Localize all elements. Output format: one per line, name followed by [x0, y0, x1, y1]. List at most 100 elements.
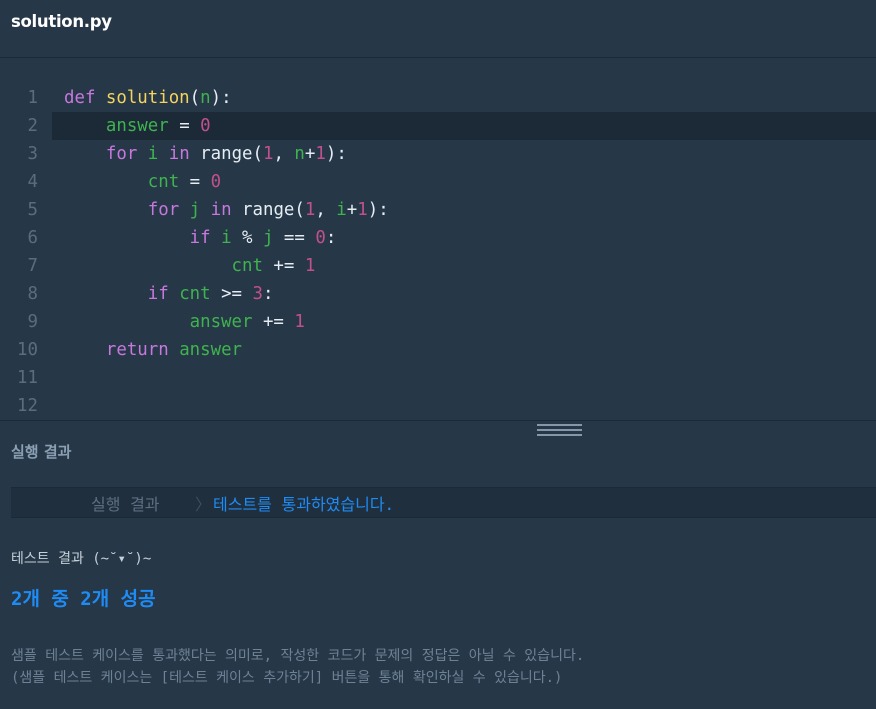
code-text: def solution(n): [64, 84, 232, 112]
code-token: in [168, 144, 201, 164]
code-token: % [231, 228, 263, 248]
code-token: in [210, 200, 243, 220]
code-token: i [147, 144, 169, 164]
code-token: ): [367, 200, 389, 220]
test-status-message: 테스트를 통과하였습니다. [213, 495, 395, 514]
line-number: 10 [17, 340, 38, 360]
output-section-title: 실행 결과 [11, 443, 72, 461]
code-text: if i % j == 0: [64, 224, 337, 252]
line-number: 11 [17, 368, 38, 388]
code-token: 1 [304, 256, 316, 276]
code-token: answer [189, 312, 253, 332]
code-token: , [315, 200, 337, 220]
code-text: answer += 1 [64, 308, 305, 336]
code-token: range( [242, 200, 305, 220]
code-token: 0 [315, 228, 326, 248]
code-line[interactable]: 6 if i % j == 0: [0, 224, 876, 252]
code-token: answer [179, 340, 243, 360]
file-tab-solution[interactable]: solution.py [11, 12, 112, 31]
code-token: 0 [200, 116, 211, 136]
code-token: += [252, 312, 295, 332]
line-number: 9 [27, 312, 38, 332]
code-text: return answer [64, 336, 242, 364]
code-token: 1 [304, 200, 316, 220]
code-token: j [262, 228, 274, 248]
line-number: 1 [27, 88, 38, 108]
code-line[interactable]: 7 cnt += 1 [0, 252, 876, 280]
code-token: cnt [231, 256, 263, 276]
code-line[interactable]: 8 if cnt >= 3: [0, 280, 876, 308]
code-token: ( [189, 88, 201, 108]
code-token: for [105, 144, 148, 164]
code-token: if [147, 284, 180, 304]
code-token: 0 [210, 172, 222, 192]
code-token: for [147, 200, 190, 220]
code-line[interactable]: 10 return answer [0, 336, 876, 364]
line-number: 12 [17, 396, 38, 416]
code-token: : [262, 284, 274, 304]
code-text: if cnt >= 3: [64, 280, 274, 308]
code-token: def [64, 88, 106, 108]
resize-handle-icon[interactable] [537, 424, 582, 436]
line-number: 2 [27, 116, 38, 136]
code-token: i [221, 228, 232, 248]
code-token: , [273, 144, 295, 164]
code-text: answer = 0 [64, 112, 211, 140]
code-line[interactable]: 3 for i in range(1, n+1): [0, 140, 876, 168]
code-token: == [273, 228, 316, 248]
line-number: 6 [27, 228, 38, 248]
code-token: 3 [252, 284, 263, 304]
line-number: 4 [27, 172, 38, 192]
line-number: 7 [27, 256, 38, 276]
code-editor[interactable]: 1 def solution(n): 2 answer = 03 for i in … [0, 84, 876, 420]
code-token: ): [325, 144, 347, 164]
code-token: : [325, 228, 337, 248]
chevron-right-icon: 〉 [195, 495, 212, 514]
breadcrumb-run-result: 실행 결과 [91, 495, 160, 514]
line-number: 5 [27, 200, 38, 220]
code-token: return [105, 340, 180, 360]
code-token: cnt [147, 172, 180, 192]
code-token: >= [210, 284, 253, 304]
code-token: = [179, 172, 211, 192]
result-header: 테스트 결과 (~˘▾˘)~ [11, 551, 152, 567]
code-token: answer [105, 116, 169, 136]
line-number: 8 [27, 284, 38, 304]
score-summary: 2개 중 2개 성공 [11, 588, 156, 610]
code-token: n [200, 88, 211, 108]
panel-divider [0, 420, 876, 421]
code-token: 1 [357, 200, 368, 220]
code-line[interactable]: 12 [0, 392, 876, 420]
code-token: += [262, 256, 305, 276]
code-line[interactable]: 1 def solution(n): [0, 84, 876, 112]
code-token: n [294, 144, 305, 164]
note-line-1: 샘플 테스트 케이스를 통과했다는 의미로, 작성한 코드가 문제의 정답은 아… [11, 648, 585, 664]
code-token: + [346, 200, 358, 220]
code-line[interactable]: 4 cnt = 0 [0, 168, 876, 196]
note-line-2: (샘플 테스트 케이스는 [테스트 케이스 추가하기] 버튼을 통해 확인하실 … [11, 670, 563, 686]
result-status-bar: 실행 결과 〉 테스트를 통과하였습니다. [11, 487, 876, 518]
code-token: 1 [262, 144, 274, 164]
code-token: cnt [179, 284, 211, 304]
code-token: 1 [294, 312, 305, 332]
code-token: ): [210, 88, 232, 108]
code-line[interactable]: 11 [0, 364, 876, 392]
code-line[interactable]: 5 for j in range(1, i+1): [0, 196, 876, 224]
code-token: solution [105, 88, 190, 108]
code-text: for i in range(1, n+1): [64, 140, 347, 168]
code-text: cnt = 0 [64, 168, 221, 196]
code-token: j [189, 200, 211, 220]
code-token: 1 [315, 144, 326, 164]
code-text: cnt += 1 [64, 252, 316, 280]
code-line[interactable]: 9 answer += 1 [0, 308, 876, 336]
code-line[interactable]: 2 answer = 0 [0, 112, 876, 140]
